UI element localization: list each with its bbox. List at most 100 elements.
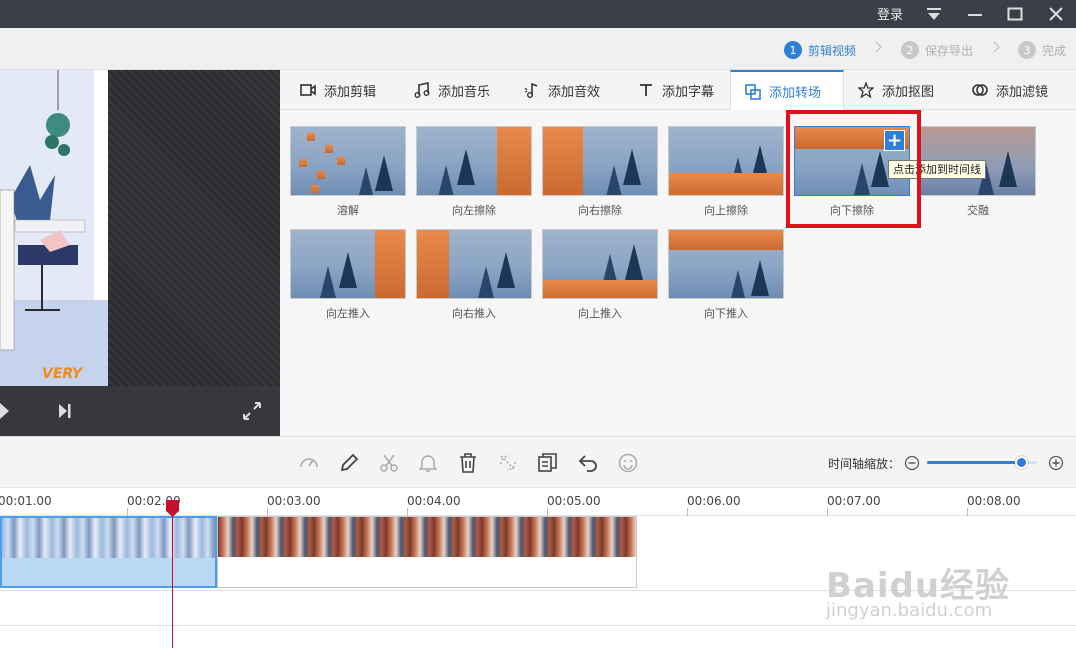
brand-logo: VERY xyxy=(42,366,84,382)
preview-controls xyxy=(0,386,280,436)
transition-label: 向右擦除 xyxy=(578,204,622,217)
timeline-toolbar: 时间轴缩放： xyxy=(0,436,1076,488)
ruler-tick-label: 00:08.00 xyxy=(967,494,1021,508)
tab-label: 添加音乐 xyxy=(438,84,491,100)
zoom-out-icon[interactable] xyxy=(904,455,920,475)
transition-dissolve[interactable] xyxy=(290,126,406,196)
video-clip-selected[interactable] xyxy=(0,516,217,588)
tab-label: 添加滤镜 xyxy=(996,84,1049,100)
transition-label: 向下推入 xyxy=(704,307,748,320)
text-icon xyxy=(638,82,654,98)
function-tabs: 添加剪辑 添加音乐 添加音效 添加字幕 添加转场 添加抠图 添加滤镜 xyxy=(280,70,1076,111)
close-icon[interactable] xyxy=(1038,0,1074,28)
ruler-tick-label: 00:05.00 xyxy=(547,494,601,508)
speed-icon[interactable] xyxy=(297,451,321,475)
video-clip[interactable] xyxy=(217,516,637,588)
login-link[interactable]: 登录 xyxy=(877,4,903,23)
copy-icon[interactable] xyxy=(536,451,560,475)
zoom-slider[interactable] xyxy=(927,456,1037,469)
ruler-tick-label: 00:04.00 xyxy=(407,494,461,508)
bell-icon[interactable] xyxy=(416,451,440,475)
step-number: 3 xyxy=(1018,41,1036,59)
tab-add-clip[interactable]: 添加剪辑 xyxy=(300,70,376,110)
step-number: 1 xyxy=(784,41,802,59)
ruler-tick-label: 00:06.00 xyxy=(687,494,741,508)
transition-push-up[interactable] xyxy=(542,229,658,299)
step-number: 2 xyxy=(901,41,919,59)
sound-effect-icon xyxy=(524,82,540,98)
step-label: 剪辑视频 xyxy=(808,43,857,58)
transition-push-down[interactable] xyxy=(668,229,784,299)
step-edit-video[interactable]: 1 剪辑视频 xyxy=(784,40,856,60)
tab-add-sound-effect[interactable]: 添加音效 xyxy=(524,70,600,110)
cutout-icon xyxy=(858,82,874,98)
tab-label: 添加字幕 xyxy=(662,84,715,100)
menu-dropdown-icon[interactable] xyxy=(916,0,952,28)
transition-list: 溶解 向左擦除 向右擦除 向上擦除 向下擦除 交融 向左推入 向右推入 向上推入… xyxy=(280,110,1076,436)
transition-label: 向上推入 xyxy=(578,307,622,320)
video-preview: VERY xyxy=(0,70,280,436)
minimize-icon[interactable] xyxy=(957,0,993,28)
zoom-slider-fill xyxy=(927,461,1021,464)
ruler-tick xyxy=(687,508,688,516)
transition-label: 向右推入 xyxy=(452,307,496,320)
transition-push-right[interactable] xyxy=(416,229,532,299)
ruler-tick-label: 00:03.00 xyxy=(267,494,321,508)
transition-wipe-up[interactable] xyxy=(668,126,784,196)
music-icon xyxy=(414,82,430,98)
step-bar: 1 剪辑视频 2 保存导出 3 完成 xyxy=(0,28,1076,70)
cut-icon[interactable] xyxy=(377,451,401,475)
playhead-line xyxy=(172,500,173,648)
next-frame-icon[interactable] xyxy=(58,403,72,423)
chevron-right-icon xyxy=(870,41,882,53)
ruler-tick xyxy=(267,508,268,516)
timeline-ruler[interactable]: 00:01.00 00:02.00 00:03.00 00:04.00 00:0… xyxy=(0,488,1076,516)
play-icon[interactable] xyxy=(0,403,12,423)
watermark-url: jingyan.baidu.com xyxy=(826,600,993,621)
transition-label: 溶解 xyxy=(337,204,359,217)
tab-label: 添加音效 xyxy=(548,84,601,100)
transition-label: 向左推入 xyxy=(326,307,370,320)
undo-icon[interactable] xyxy=(576,451,600,475)
tab-label: 添加抠图 xyxy=(882,84,935,100)
preview-background xyxy=(108,70,280,386)
step-label: 保存导出 xyxy=(925,43,974,58)
ruler-tick xyxy=(407,508,408,516)
transition-wipe-right[interactable] xyxy=(542,126,658,196)
zoom-slider-handle[interactable] xyxy=(1014,456,1028,469)
ruler-tick-label: 00:01.00 xyxy=(0,494,52,508)
ruler-tick xyxy=(127,508,128,516)
tab-label: 添加剪辑 xyxy=(324,84,377,100)
step-label: 完成 xyxy=(1042,43,1067,58)
transition-label: 向上擦除 xyxy=(704,204,748,217)
preview-frame: VERY xyxy=(0,70,108,386)
filter-icon xyxy=(972,82,988,98)
ruler-tick xyxy=(827,508,828,516)
transition-label: 向左擦除 xyxy=(452,204,496,217)
fullscreen-icon[interactable] xyxy=(242,401,262,425)
step-save-export[interactable]: 2 保存导出 xyxy=(901,40,973,60)
highlight-box xyxy=(786,110,921,228)
step-finish[interactable]: 3 完成 xyxy=(1018,40,1066,60)
tab-add-cutout[interactable]: 添加抠图 xyxy=(858,70,934,110)
emoji-icon[interactable] xyxy=(616,451,640,475)
edit-icon[interactable] xyxy=(337,451,361,475)
delete-icon[interactable] xyxy=(456,451,480,475)
chevron-right-icon xyxy=(988,41,1000,53)
tab-add-transition[interactable]: 添加转场 xyxy=(730,70,844,111)
transition-push-left[interactable] xyxy=(290,229,406,299)
zoom-in-icon[interactable] xyxy=(1048,455,1064,475)
ruler-tick-label: 00:07.00 xyxy=(827,494,881,508)
transition-wipe-left[interactable] xyxy=(416,126,532,196)
transition-icon xyxy=(745,83,761,100)
ruler-tick xyxy=(967,508,968,516)
maximize-icon[interactable] xyxy=(997,0,1033,28)
tab-add-filter[interactable]: 添加滤镜 xyxy=(972,70,1048,110)
tab-add-subtitle[interactable]: 添加字幕 xyxy=(638,70,714,110)
crop-icon[interactable] xyxy=(496,451,520,475)
video-icon xyxy=(300,82,316,98)
transition-label: 交融 xyxy=(967,204,989,217)
title-bar: 登录 xyxy=(0,0,1076,28)
tab-label: 添加转场 xyxy=(769,86,822,101)
tab-add-music[interactable]: 添加音乐 xyxy=(414,70,490,110)
